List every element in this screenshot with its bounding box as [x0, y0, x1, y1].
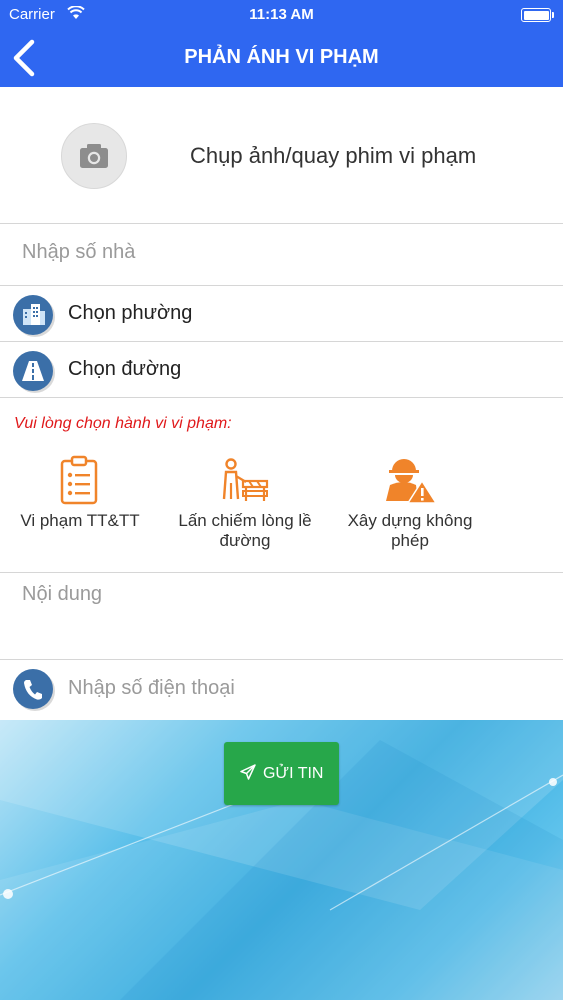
- house-number-placeholder: Nhập số nhà: [22, 241, 136, 263]
- ward-select-label: Chọn phường: [68, 302, 193, 324]
- category-label: Xây dựng không phép: [347, 511, 473, 550]
- send-button[interactable]: GỬI TIN: [224, 742, 339, 805]
- category-unlicensed-construction[interactable]: Xây dựng không phép: [330, 455, 490, 551]
- category-sidewalk-encroachment[interactable]: Lấn chiếm lòng lề đường: [165, 455, 325, 551]
- page-title: PHẢN ÁNH VI PHẠM: [184, 46, 379, 68]
- ward-select[interactable]: Chọn phường: [0, 286, 563, 342]
- building-icon: [13, 295, 53, 335]
- content-placeholder: Nội dung: [22, 583, 103, 605]
- battery-icon: [521, 8, 554, 22]
- street-select-label: Chọn đường: [68, 358, 182, 380]
- camera-button[interactable]: [61, 123, 127, 189]
- violation-prompt: Vui lòng chọn hành vi vi phạm:: [14, 415, 232, 432]
- clipboard-checklist-icon: [60, 455, 98, 505]
- road-icon: [13, 351, 53, 391]
- camera-icon: [80, 144, 108, 168]
- media-capture-label: Chụp ảnh/quay phim vi phạm: [190, 143, 477, 168]
- category-tt-tt[interactable]: Vi phạm TT&TT: [0, 455, 160, 531]
- sidewalk-encroachment-icon: [222, 458, 269, 501]
- content-field[interactable]: Nội dung: [0, 572, 563, 660]
- category-label: Vi phạm TT&TT: [20, 511, 140, 530]
- street-select[interactable]: Chọn đường: [0, 342, 563, 398]
- send-button-label: GỬI TIN: [262, 765, 324, 782]
- phone-placeholder: Nhập số điện thoại: [68, 677, 235, 699]
- status-time: 11:13 AM: [249, 6, 314, 23]
- media-capture-row[interactable]: Chụp ảnh/quay phim vi phạm: [0, 87, 563, 224]
- house-number-field[interactable]: Nhập số nhà: [0, 224, 563, 286]
- phone-icon: [13, 669, 53, 709]
- navbar: PHẢN ÁNH VI PHẠM: [0, 30, 563, 87]
- phone-field[interactable]: Nhập số điện thoại: [0, 659, 563, 719]
- construction-worker-warning-icon: [386, 459, 436, 504]
- status-bar: Carrier 11:13 AM: [0, 0, 563, 30]
- paper-plane-icon: [239, 764, 256, 780]
- category-label: Lấn chiếm lòng lề đường: [178, 511, 312, 550]
